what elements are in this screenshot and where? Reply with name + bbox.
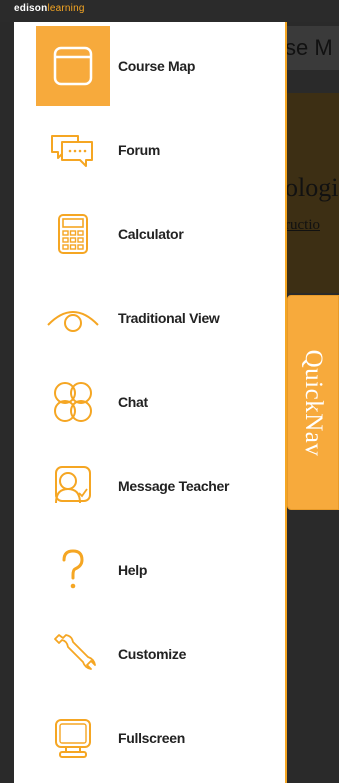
menu-item-chat[interactable]: Chat	[14, 362, 285, 442]
background-card-title: ologi	[285, 173, 339, 202]
menu-item-label: Course Map	[118, 58, 196, 74]
top-brand-bar: edisonlearning	[0, 0, 339, 22]
menu-item-label: Chat	[118, 394, 148, 410]
chat-icon	[36, 362, 110, 442]
menu-item-help[interactable]: Help	[14, 530, 285, 610]
eye-icon	[36, 278, 110, 358]
quicknav-panel: Course Map Forum Calculator Traditional …	[14, 22, 287, 783]
background-card-link[interactable]: ructio	[285, 217, 320, 234]
course-map-icon	[36, 26, 110, 106]
quicknav-label: QuickNav	[300, 349, 327, 456]
menu-item-label: Fullscreen	[118, 730, 186, 746]
menu-item-traditional-view[interactable]: Traditional View	[14, 278, 285, 358]
background-course-card: ologi ructio	[285, 93, 339, 293]
menu-item-label: Customize	[118, 646, 187, 662]
menu-item-label: Traditional View	[118, 310, 220, 326]
help-icon	[36, 530, 110, 610]
background-page-header: se M	[285, 26, 339, 70]
menu-item-label: Help	[118, 562, 148, 578]
menu-item-label: Forum	[118, 142, 161, 158]
menu-item-forum[interactable]: Forum	[14, 110, 285, 190]
menu-item-customize[interactable]: Customize	[14, 614, 285, 694]
menu-item-course-map[interactable]: Course Map	[14, 26, 285, 106]
wrench-icon	[36, 614, 110, 694]
forum-icon	[36, 110, 110, 190]
menu-item-label: Calculator	[118, 226, 184, 242]
menu-item-message-teacher[interactable]: Message Teacher	[14, 446, 285, 526]
menu-item-label: Message Teacher	[118, 478, 230, 494]
brand-logo: edisonlearning	[14, 3, 85, 14]
menu-item-fullscreen[interactable]: Fullscreen	[14, 698, 285, 778]
message-teacher-icon	[36, 446, 110, 526]
monitor-icon	[36, 698, 110, 778]
menu-item-calculator[interactable]: Calculator	[14, 194, 285, 274]
quicknav-tab[interactable]: QuickNav	[287, 295, 339, 510]
calculator-icon	[36, 194, 110, 274]
